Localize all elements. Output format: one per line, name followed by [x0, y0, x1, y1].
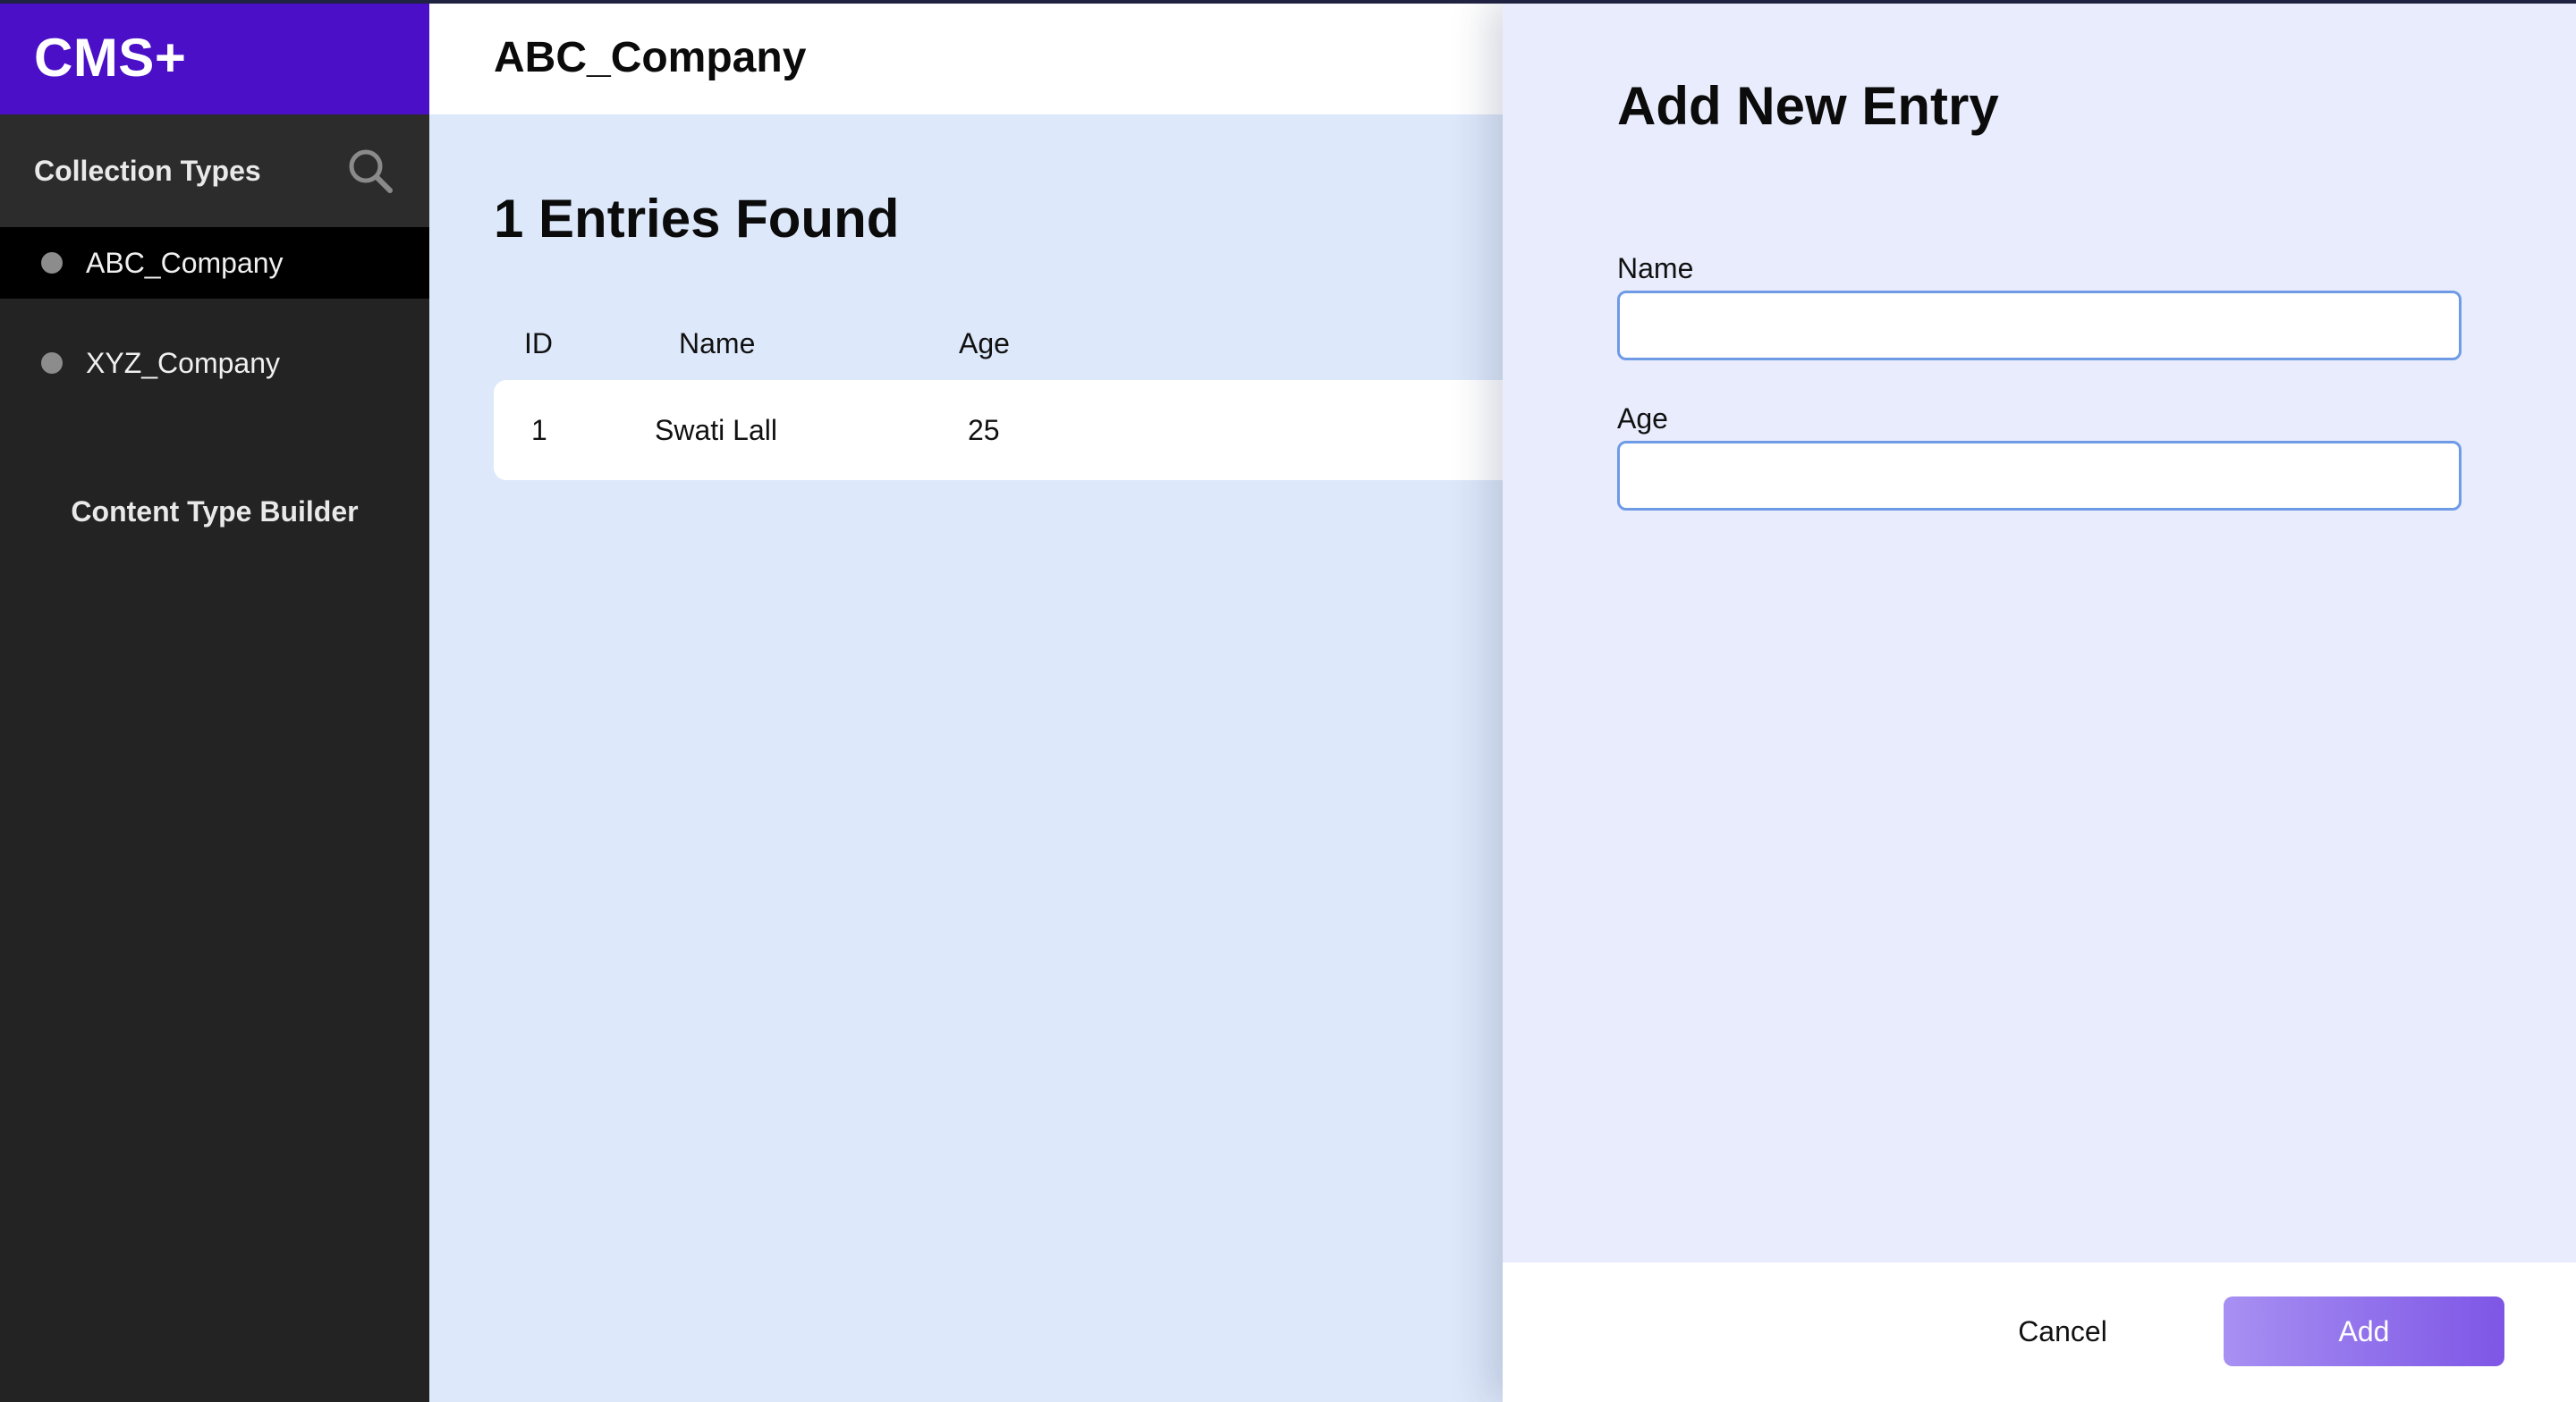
- name-field[interactable]: [1617, 291, 2462, 360]
- panel-footer: Cancel Add: [1503, 1263, 2576, 1402]
- content-type-builder-link[interactable]: Content Type Builder: [0, 495, 429, 528]
- name-field-label: Name: [1617, 252, 1694, 284]
- collection-types-title: Collection Types: [34, 154, 261, 187]
- sidebar: CMS+ Collection Types ABC_Company XYZ_Co…: [0, 0, 429, 1402]
- collection-types-header: Collection Types: [0, 114, 429, 227]
- column-header-age: Age: [959, 327, 1010, 359]
- app-logo[interactable]: CMS+: [0, 0, 429, 114]
- cell-age: 25: [968, 414, 1000, 446]
- search-icon[interactable]: [345, 146, 395, 196]
- sidebar-item-label: XYZ_Company: [86, 346, 280, 379]
- column-header-id: ID: [524, 327, 553, 359]
- sidebar-item-xyz-company[interactable]: XYZ_Company: [0, 327, 429, 399]
- bullet-dot-icon: [41, 352, 63, 374]
- age-field-label: Age: [1617, 402, 1668, 435]
- age-field[interactable]: [1617, 441, 2462, 511]
- entries-count-title: 1 Entries Found: [494, 189, 900, 249]
- sidebar-item-abc-company[interactable]: ABC_Company: [0, 227, 429, 299]
- cancel-button[interactable]: Cancel: [1946, 1296, 2179, 1366]
- cell-id: 1: [531, 414, 547, 446]
- panel-title: Add New Entry: [1617, 76, 1999, 136]
- cell-name: Swati Lall: [655, 414, 777, 446]
- bullet-dot-icon: [41, 252, 63, 274]
- column-header-name: Name: [679, 327, 756, 359]
- window-top-border: [0, 0, 2576, 4]
- add-entry-panel: Add New Entry Name Age Cancel Add: [1503, 0, 2576, 1402]
- add-button[interactable]: Add: [2224, 1296, 2504, 1366]
- table-row[interactable]: 1 Swati Lall 25: [494, 380, 1657, 480]
- sidebar-item-label: ABC_Company: [86, 246, 284, 279]
